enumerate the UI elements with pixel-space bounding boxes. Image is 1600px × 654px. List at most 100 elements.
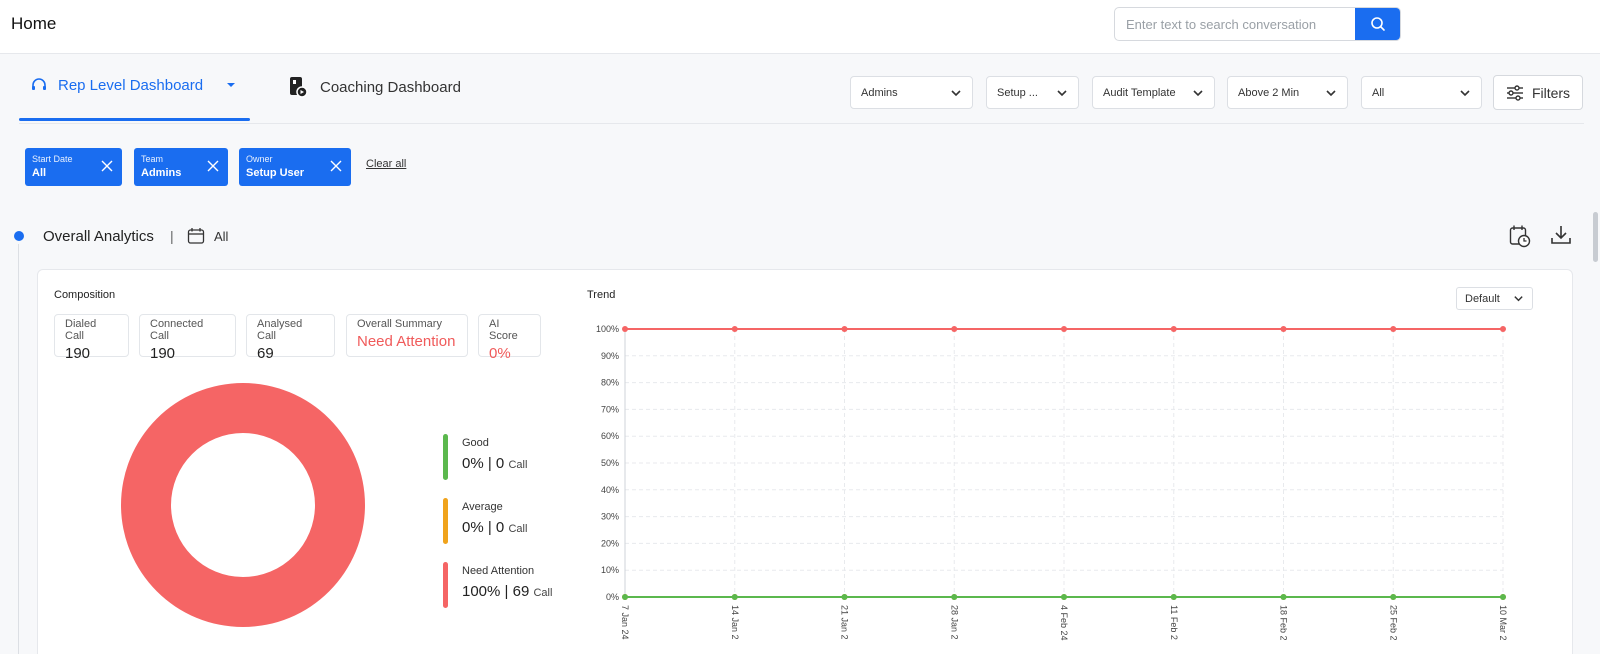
stat-value: 0% bbox=[489, 345, 511, 362]
chevron-down-icon bbox=[1057, 89, 1067, 96]
download-icon[interactable] bbox=[1550, 224, 1572, 246]
series-point bbox=[1170, 326, 1177, 332]
y-tick-label: 10% bbox=[601, 565, 619, 575]
stat-dialed-call: Dialed Call 190 bbox=[54, 314, 129, 362]
x-tick-label: 25 Feb 2 bbox=[1388, 605, 1398, 641]
filter-chip-team: Team Admins bbox=[134, 148, 228, 186]
caret-down-icon[interactable] bbox=[225, 79, 237, 91]
stat-value: 69 bbox=[257, 345, 274, 362]
legend-color-bar bbox=[443, 498, 448, 544]
section-title: Overall Analytics bbox=[43, 228, 154, 245]
composition-title: Composition bbox=[54, 289, 116, 301]
legend-name: Need Attention bbox=[462, 565, 535, 577]
coaching-icon bbox=[290, 77, 308, 98]
clear-all-link[interactable]: Clear all bbox=[366, 158, 406, 170]
close-icon[interactable] bbox=[207, 160, 219, 172]
chevron-down-icon bbox=[1193, 89, 1203, 96]
series-point bbox=[1280, 326, 1287, 332]
search-input[interactable] bbox=[1115, 8, 1356, 40]
chevron-down-icon bbox=[1460, 89, 1470, 96]
stat-label: Connected Call bbox=[150, 318, 204, 342]
y-tick-label: 20% bbox=[601, 538, 619, 548]
legend-value: 0% | 0 Call bbox=[462, 519, 527, 536]
stat-label: Dialed Call bbox=[65, 318, 97, 342]
legend-value-text: 100% | 69 bbox=[462, 583, 530, 600]
series-point bbox=[1170, 594, 1177, 600]
duration-select[interactable]: Above 2 Min bbox=[1227, 76, 1348, 109]
stat-label: Analysed Call bbox=[257, 318, 303, 342]
stat-label: Overall Summary bbox=[357, 318, 442, 330]
stat-value: 190 bbox=[150, 345, 176, 362]
y-tick-label: 50% bbox=[601, 458, 619, 468]
legend-name: Good bbox=[462, 437, 489, 449]
dashboard-tabs-row: Rep Level Dashboard Coaching Dashboard A… bbox=[0, 54, 1600, 124]
stat-value: Need Attention bbox=[357, 333, 456, 350]
y-tick-label: 70% bbox=[601, 404, 619, 414]
legend-unit: Call bbox=[533, 587, 553, 599]
select-value: Above 2 Min bbox=[1238, 86, 1300, 99]
legend-unit: Call bbox=[508, 523, 528, 535]
donut-slice-need-attention bbox=[121, 383, 365, 627]
chevron-down-icon bbox=[951, 89, 961, 96]
stat-ai-score: AI Score 0% bbox=[478, 314, 541, 362]
y-tick-label: 0% bbox=[606, 592, 619, 602]
x-tick-label: 11 Feb 2 bbox=[1169, 605, 1179, 640]
select-value: Admins bbox=[861, 86, 898, 99]
legend-unit: Call bbox=[508, 459, 528, 471]
status-select[interactable]: All bbox=[1361, 76, 1482, 109]
search-button[interactable] bbox=[1355, 8, 1400, 40]
series-point bbox=[1500, 326, 1506, 332]
x-tick-label: 4 Feb 24 bbox=[1059, 605, 1069, 641]
section-marker bbox=[14, 231, 24, 241]
x-tick-label: 10 Mar 2 bbox=[1498, 605, 1508, 641]
legend-color-bar bbox=[443, 434, 448, 480]
scrollbar-thumb[interactable] bbox=[1593, 212, 1598, 262]
close-icon[interactable] bbox=[330, 160, 342, 172]
filter-chip-owner: Owner Setup User bbox=[239, 148, 351, 186]
select-value: Audit Template bbox=[1103, 86, 1176, 99]
active-tab-indicator bbox=[19, 118, 250, 121]
calendar-icon bbox=[187, 228, 205, 244]
schedule-icon[interactable] bbox=[1509, 224, 1531, 248]
series-point bbox=[1390, 326, 1397, 332]
team-select[interactable]: Admins bbox=[850, 76, 973, 109]
chevron-down-icon bbox=[1514, 296, 1523, 302]
chevron-down-icon bbox=[1326, 89, 1336, 96]
legend-value: 100% | 69 Call bbox=[462, 583, 552, 600]
series-point bbox=[951, 326, 958, 332]
close-icon[interactable] bbox=[101, 160, 113, 172]
trend-mode-select[interactable]: Default bbox=[1456, 287, 1533, 310]
series-point bbox=[1500, 594, 1506, 600]
y-tick-label: 60% bbox=[601, 431, 619, 441]
series-point bbox=[1390, 594, 1397, 600]
top-bar: Home bbox=[0, 0, 1600, 54]
tab-label: Rep Level Dashboard bbox=[58, 76, 204, 94]
owner-select[interactable]: Setup ... bbox=[986, 76, 1079, 109]
x-tick-label: 28 Jan 2 bbox=[949, 605, 959, 640]
select-value: Default bbox=[1465, 292, 1500, 305]
series-point bbox=[951, 594, 958, 600]
audit-template-select[interactable]: Audit Template bbox=[1092, 76, 1215, 109]
composition-donut-chart bbox=[121, 383, 365, 627]
series-point bbox=[1280, 594, 1287, 600]
section-separator: | bbox=[170, 228, 174, 244]
series-point bbox=[841, 326, 848, 332]
tab-rep-level-dashboard[interactable]: Rep Level Dashboard bbox=[30, 76, 237, 94]
filters-button-label: Filters bbox=[1531, 84, 1571, 101]
y-tick-label: 80% bbox=[601, 378, 619, 388]
series-point bbox=[731, 326, 738, 332]
tab-coaching-dashboard[interactable]: Coaching Dashboard bbox=[288, 76, 461, 98]
filters-button[interactable]: Filters bbox=[1493, 75, 1583, 110]
page-title: Home bbox=[11, 14, 57, 33]
series-point bbox=[1061, 326, 1067, 332]
select-value: Setup ... bbox=[997, 86, 1038, 99]
x-tick-label: 21 Jan 2 bbox=[840, 605, 850, 640]
x-tick-label: 18 Feb 2 bbox=[1279, 605, 1289, 641]
legend-value-text: 0% | 0 bbox=[462, 455, 505, 472]
filter-chip-start-date: Start Date All bbox=[25, 148, 122, 186]
y-tick-label: 90% bbox=[601, 351, 619, 361]
stat-label: AI Score bbox=[489, 318, 518, 342]
search-box bbox=[1114, 7, 1401, 41]
stat-value: 190 bbox=[65, 345, 91, 362]
analytics-card: Composition Dialed Call 190 Connected Ca… bbox=[37, 269, 1573, 654]
